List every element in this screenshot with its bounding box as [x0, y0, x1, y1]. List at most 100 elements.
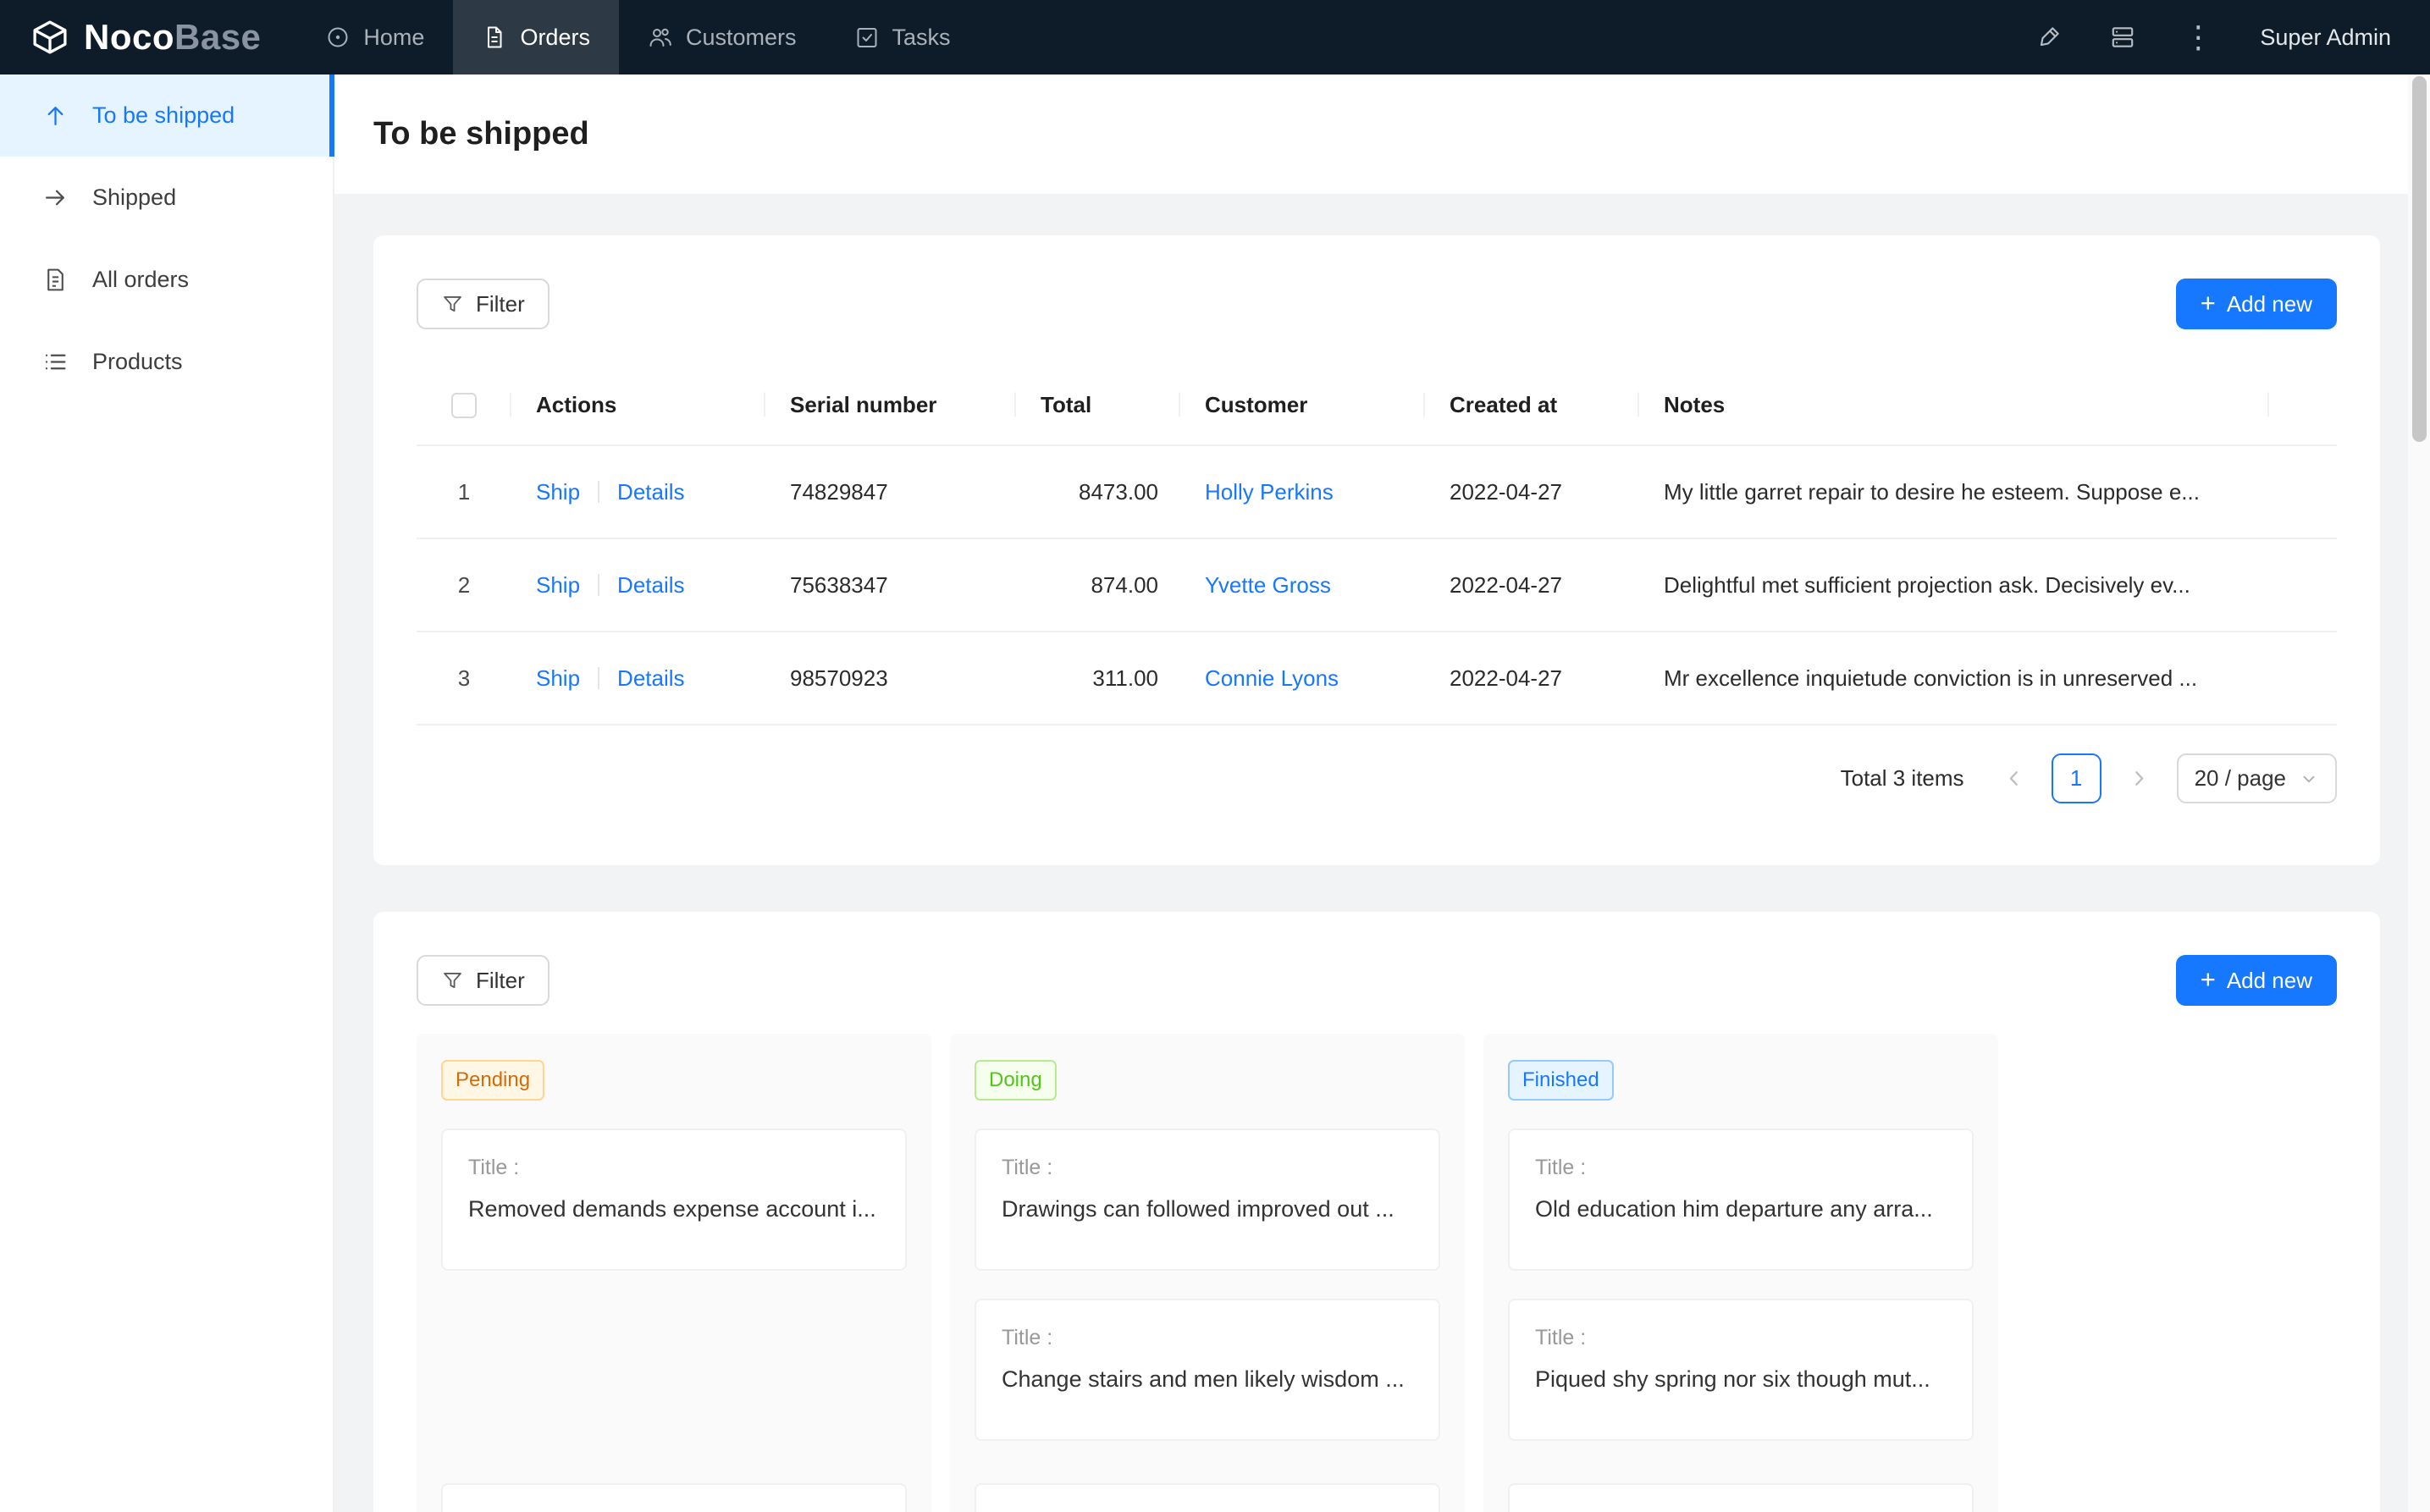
details-link[interactable]: Details: [617, 572, 684, 598]
page-header: To be shipped: [334, 74, 2430, 194]
page-title: To be shipped: [373, 116, 589, 152]
column-header-notes: Notes: [1639, 365, 2269, 445]
nav-item-tasks[interactable]: Tasks: [826, 0, 980, 74]
card-title-value: Drawings can followed improved out ...: [1002, 1196, 1413, 1222]
sidebar: To be shipped Shipped All orders Product…: [0, 74, 334, 1512]
sidebar-item-to-be-shipped[interactable]: To be shipped: [0, 74, 333, 157]
orders-table: Actions Serial number Total Customer Cre…: [417, 365, 2337, 726]
ship-link[interactable]: Ship: [536, 665, 580, 691]
orders-icon: [482, 25, 507, 50]
ship-link[interactable]: Ship: [536, 479, 580, 505]
chevron-down-icon: [2299, 769, 2319, 789]
navbar-right: ⋮ Super Admin: [2035, 0, 2430, 74]
total-cell: 874.00: [1016, 538, 1180, 632]
details-link[interactable]: Details: [617, 479, 684, 505]
kanban-card[interactable]: Title : Removed demands expense account …: [441, 1128, 907, 1271]
column-header-actions: Actions: [511, 365, 765, 445]
arrow-up-icon: [42, 102, 69, 129]
home-icon: [325, 25, 351, 50]
ui-editor-pen-icon[interactable]: [2035, 24, 2063, 51]
kanban-column-finished: Finished Title : Old education him depar…: [1483, 1034, 1998, 1512]
ship-link[interactable]: Ship: [536, 572, 580, 598]
column-header-customer: Customer: [1180, 365, 1425, 445]
nav-item-label: Orders: [520, 25, 590, 51]
scrollbar-thumb[interactable]: [2412, 76, 2427, 442]
filter-button-label: Filter: [476, 968, 525, 994]
sidebar-item-products[interactable]: Products: [0, 321, 333, 403]
pagination: Total 3 items 1 20 / page: [417, 753, 2337, 803]
notes-cell: My little garret repair to desire he est…: [1639, 445, 2269, 538]
orders-toolbar: Filter + Add new: [417, 279, 2337, 329]
column-header-serial: Serial number: [765, 365, 1016, 445]
vertical-scrollbar[interactable]: [2408, 74, 2430, 1512]
user-menu[interactable]: Super Admin: [2260, 25, 2391, 51]
prev-page-button[interactable]: [1989, 753, 2039, 803]
select-all-checkbox[interactable]: [451, 393, 477, 418]
collections-database-icon[interactable]: [2109, 24, 2136, 51]
card-field-label: Title :: [1002, 1156, 1413, 1180]
nav-item-label: Tasks: [892, 25, 951, 51]
logo-text: NocoBase: [84, 17, 261, 58]
kanban-card[interactable]: Title : Change stairs and men likely wis…: [975, 1299, 1440, 1441]
main-menu: Home Orders Customers Tasks: [296, 0, 979, 74]
card-field-label: Title :: [468, 1156, 880, 1180]
serial-number-cell: 98570923: [765, 632, 1016, 725]
add-new-button[interactable]: + Add new: [2176, 955, 2337, 1006]
actions-divider: [598, 667, 599, 689]
details-link[interactable]: Details: [617, 665, 684, 691]
filter-button[interactable]: Filter: [417, 955, 550, 1006]
serial-number-cell: 74829847: [765, 445, 1016, 538]
nocobase-logo[interactable]: NocoBase: [0, 0, 296, 74]
top-navbar: NocoBase Home Orders Customers Tasks: [0, 0, 2430, 74]
plus-icon: +: [2201, 290, 2216, 316]
kanban-card[interactable]: Title : Drawings can followed improved o…: [975, 1128, 1440, 1271]
customer-link[interactable]: Holly Perkins: [1205, 479, 1334, 505]
sidebar-item-label: Products: [92, 349, 183, 375]
status-badge-finished: Finished: [1508, 1060, 1614, 1101]
pagination-total: Total 3 items: [1841, 765, 1964, 792]
page-size-select[interactable]: 20 / page: [2177, 753, 2337, 803]
kanban-card-partial[interactable]: [1508, 1483, 1974, 1512]
add-new-button-label: Add new: [2227, 968, 2312, 994]
row-index: 3: [417, 632, 511, 725]
table-header-row: Actions Serial number Total Customer Cre…: [417, 365, 2337, 445]
next-page-button[interactable]: [2114, 753, 2164, 803]
column-header-total: Total: [1016, 365, 1180, 445]
created-at-cell: 2022-04-27: [1425, 445, 1639, 538]
table-row: 3 ShipDetails 98570923 311.00 Connie Lyo…: [417, 632, 2337, 725]
kanban-card-partial[interactable]: [441, 1483, 907, 1512]
filter-button[interactable]: Filter: [417, 279, 550, 329]
card-title-value: Old education him departure any arra...: [1535, 1196, 1947, 1222]
card-field-label: Title :: [1535, 1156, 1947, 1180]
kanban-column-pending: Pending Title : Removed demands expense …: [417, 1034, 931, 1512]
add-new-button[interactable]: + Add new: [2176, 279, 2337, 329]
row-index: 1: [417, 445, 511, 538]
nav-item-label: Home: [363, 25, 424, 51]
status-badge-doing: Doing: [975, 1060, 1057, 1101]
nav-item-home[interactable]: Home: [296, 0, 453, 74]
kanban-card-partial[interactable]: [975, 1483, 1440, 1512]
sidebar-item-shipped[interactable]: Shipped: [0, 157, 333, 239]
customer-link[interactable]: Connie Lyons: [1205, 665, 1339, 691]
page-1-button[interactable]: 1: [2052, 753, 2101, 803]
kanban-card[interactable]: Title : Piqued shy spring nor six though…: [1508, 1299, 1974, 1441]
kanban-card[interactable]: Title : Old education him departure any …: [1508, 1128, 1974, 1271]
customer-link[interactable]: Yvette Gross: [1205, 572, 1331, 598]
sidebar-item-all-orders[interactable]: All orders: [0, 239, 333, 321]
page-size-value: 20 / page: [2195, 765, 2286, 792]
sidebar-item-label: All orders: [92, 267, 189, 293]
kanban-column-doing: Doing Title : Drawings can followed impr…: [950, 1034, 1465, 1512]
card-title-value: Change stairs and men likely wisdom ...: [1002, 1366, 1413, 1393]
filter-button-label: Filter: [476, 291, 525, 317]
chevron-right-icon: [2128, 767, 2151, 790]
nav-item-orders[interactable]: Orders: [453, 0, 619, 74]
nav-item-customers[interactable]: Customers: [619, 0, 826, 74]
orders-table-block: Filter + Add new Actions Serial number T: [373, 235, 2380, 865]
tasks-toolbar: Filter + Add new: [417, 955, 2337, 1006]
card-field-label: Title :: [1002, 1326, 1413, 1350]
table-row: 1 ShipDetails 74829847 8473.00 Holly Per…: [417, 445, 2337, 538]
table-row: 2 ShipDetails 75638347 874.00 Yvette Gro…: [417, 538, 2337, 632]
tasks-icon: [854, 25, 880, 50]
add-new-button-label: Add new: [2227, 291, 2312, 317]
more-menu-icon[interactable]: ⋮: [2183, 22, 2213, 52]
